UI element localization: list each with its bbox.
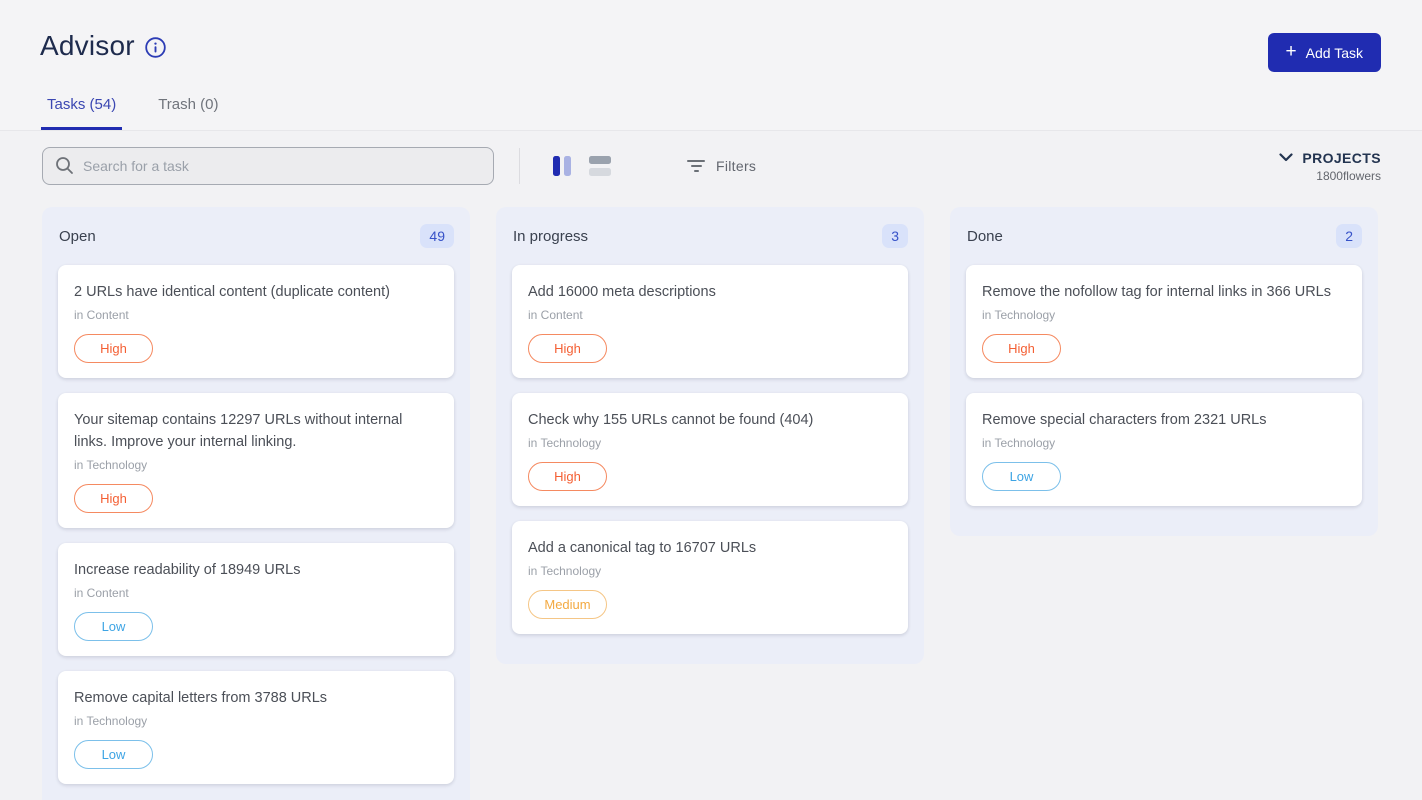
list-view-icon[interactable]	[589, 156, 611, 176]
page-header: Advisor + Add Task	[0, 0, 1422, 62]
board-column: Done 2 Remove the nofollow tag for inter…	[950, 207, 1378, 536]
column-header: In progress 3	[512, 223, 908, 249]
info-icon[interactable]	[145, 37, 166, 58]
current-project-name: 1800flowers	[1316, 169, 1381, 183]
column-title: Done	[967, 228, 1003, 245]
task-card[interactable]: Add 16000 meta descriptions in Content H…	[512, 265, 908, 378]
column-header: Open 49	[58, 223, 454, 249]
tab-tasks[interactable]: Tasks (54)	[41, 90, 122, 130]
task-category: in Content	[528, 308, 893, 322]
card-list: 2 URLs have identical content (duplicate…	[58, 265, 454, 784]
search-input[interactable]	[42, 147, 494, 185]
board-column: Open 49 2 URLs have identical content (d…	[42, 207, 470, 800]
projects-block: PROJECTS 1800flowers	[1279, 150, 1381, 183]
column-count-badge: 49	[420, 224, 454, 249]
add-task-button[interactable]: + Add Task	[1268, 33, 1381, 72]
task-priority-badge: Low	[74, 740, 153, 769]
task-category: in Technology	[982, 308, 1347, 322]
column-count-badge: 3	[882, 224, 908, 249]
task-card[interactable]: 2 URLs have identical content (duplicate…	[58, 265, 454, 378]
view-toggle	[520, 156, 611, 176]
toolbar: Filters PROJECTS 1800flowers	[42, 147, 1381, 185]
plus-icon: +	[1286, 42, 1297, 61]
task-priority-badge: High	[74, 334, 153, 363]
task-card[interactable]: Check why 155 URLs cannot be found (404)…	[512, 393, 908, 506]
filters-label: Filters	[716, 158, 756, 174]
task-category: in Technology	[982, 436, 1347, 450]
task-category: in Content	[74, 308, 439, 322]
tab-bar: Tasks (54) Trash (0)	[0, 62, 1422, 131]
kanban-view-icon[interactable]	[553, 156, 571, 176]
task-priority-badge: Low	[74, 612, 153, 641]
task-title: Add 16000 meta descriptions	[528, 281, 893, 303]
filter-icon	[687, 160, 705, 172]
task-card[interactable]: Remove the nofollow tag for internal lin…	[966, 265, 1362, 378]
task-card[interactable]: Remove capital letters from 3788 URLs in…	[58, 671, 454, 784]
task-title: Add a canonical tag to 16707 URLs	[528, 537, 893, 559]
column-title: In progress	[513, 228, 588, 245]
board-column: In progress 3 Add 16000 meta description…	[496, 207, 924, 664]
search-icon	[55, 156, 74, 180]
column-header: Done 2	[966, 223, 1362, 249]
task-title: Your sitemap contains 12297 URLs without…	[74, 409, 439, 453]
card-list: Add 16000 meta descriptions in Content H…	[512, 265, 908, 634]
search-box	[42, 147, 494, 185]
projects-label: PROJECTS	[1302, 150, 1381, 166]
task-priority-badge: High	[74, 484, 153, 513]
page-title: Advisor	[40, 30, 135, 62]
task-category: in Technology	[74, 458, 439, 472]
task-priority-badge: High	[528, 462, 607, 491]
column-title: Open	[59, 228, 96, 245]
task-priority-badge: High	[982, 334, 1061, 363]
task-card[interactable]: Remove special characters from 2321 URLs…	[966, 393, 1362, 506]
task-card[interactable]: Increase readability of 18949 URLs in Co…	[58, 543, 454, 656]
task-priority-badge: High	[528, 334, 607, 363]
kanban-board: Open 49 2 URLs have identical content (d…	[0, 207, 1422, 800]
task-title: Remove capital letters from 3788 URLs	[74, 687, 439, 709]
task-title: Increase readability of 18949 URLs	[74, 559, 439, 581]
card-list: Remove the nofollow tag for internal lin…	[966, 265, 1362, 506]
task-card[interactable]: Add a canonical tag to 16707 URLs in Tec…	[512, 521, 908, 634]
add-task-label: Add Task	[1306, 45, 1363, 61]
task-category: in Content	[74, 586, 439, 600]
filters-button[interactable]: Filters	[687, 158, 756, 174]
task-category: in Technology	[74, 714, 439, 728]
chevron-down-icon	[1279, 153, 1293, 162]
task-category: in Technology	[528, 564, 893, 578]
task-priority-badge: Medium	[528, 590, 607, 619]
task-title: Check why 155 URLs cannot be found (404)	[528, 409, 893, 431]
task-title: 2 URLs have identical content (duplicate…	[74, 281, 439, 303]
task-card[interactable]: Your sitemap contains 12297 URLs without…	[58, 393, 454, 528]
task-category: in Technology	[528, 436, 893, 450]
projects-dropdown[interactable]: PROJECTS	[1279, 150, 1381, 166]
column-count-badge: 2	[1336, 224, 1362, 249]
tab-trash[interactable]: Trash (0)	[152, 90, 224, 130]
task-title: Remove the nofollow tag for internal lin…	[982, 281, 1347, 303]
task-title: Remove special characters from 2321 URLs	[982, 409, 1347, 431]
task-priority-badge: Low	[982, 462, 1061, 491]
